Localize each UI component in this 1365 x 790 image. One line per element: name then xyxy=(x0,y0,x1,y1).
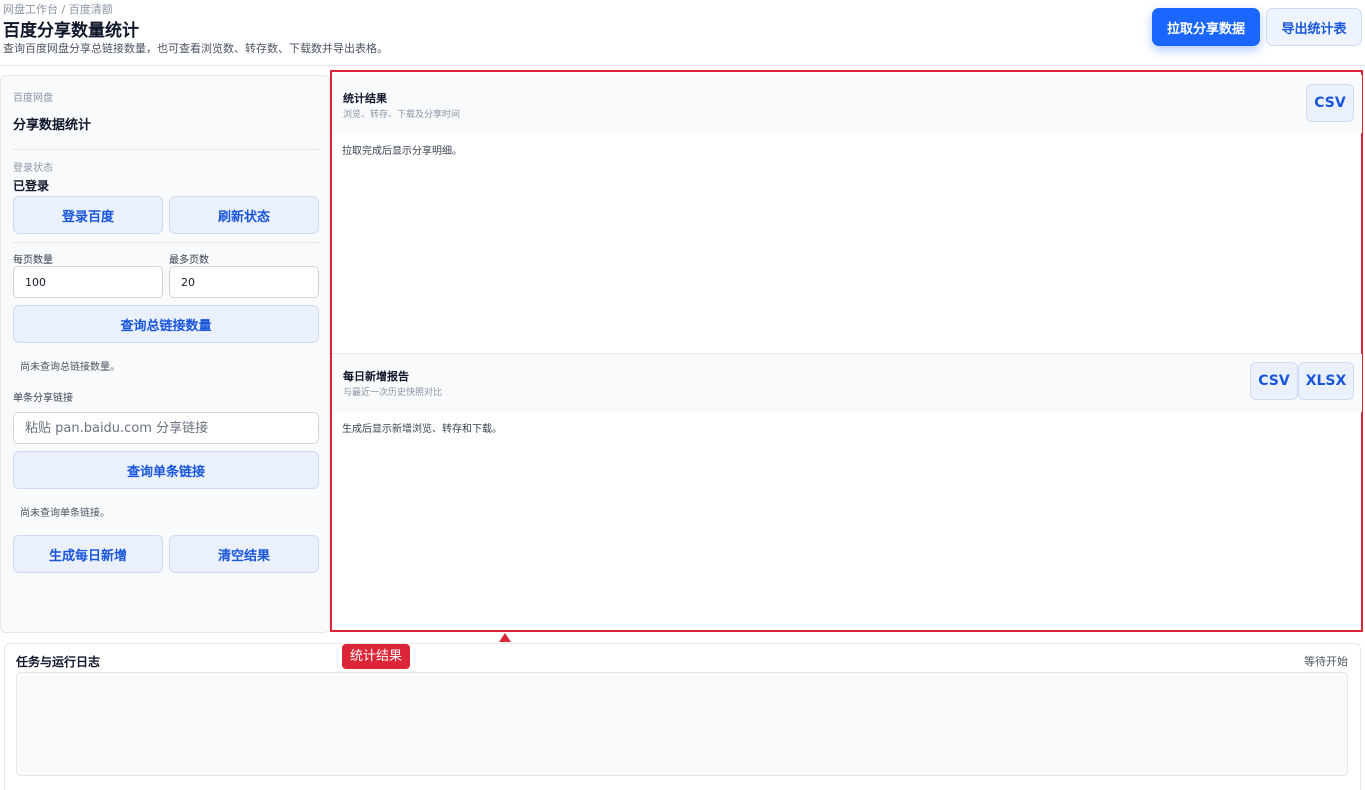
task-log-panel: 任务与运行日志 等待开始 xyxy=(4,643,1361,790)
results-panel: 统计结果 浏览、转存、下载及分享时间 CSV 拉取完成后显示分享明细。 每日新增… xyxy=(330,70,1363,632)
results-subtitle: 浏览、转存、下载及分享时间 xyxy=(343,110,461,120)
breadcrumb: 网盘工作台 / 百度清额 xyxy=(3,3,113,16)
query-single-link-button[interactable]: 查询单条链接 xyxy=(13,451,319,489)
divider xyxy=(13,242,319,243)
refresh-status-button[interactable]: 刷新状态 xyxy=(169,196,319,234)
log-status: 等待开始 xyxy=(1304,655,1348,668)
login-status-value: 已登录 xyxy=(13,179,50,193)
daily-title: 每日新增报告 xyxy=(343,370,409,383)
daily-xlsx-button[interactable]: XLSX xyxy=(1298,362,1354,400)
share-link-input[interactable] xyxy=(13,412,319,444)
results-csv-button[interactable]: CSV xyxy=(1306,84,1354,122)
total-links-note: 尚未查询总链接数量。 xyxy=(20,362,120,373)
page-title: 百度分享数量统计 xyxy=(3,21,139,41)
page-header: 网盘工作台 / 百度清额 百度分享数量统计 查询百度网盘分享总链接数量，也可查看… xyxy=(0,0,1365,66)
login-status-label: 登录状态 xyxy=(13,163,53,174)
max-pages-label: 最多页数 xyxy=(169,255,209,266)
max-pages-input[interactable] xyxy=(169,266,319,298)
results-empty-text: 拉取完成后显示分享明细。 xyxy=(342,146,462,157)
log-title: 任务与运行日志 xyxy=(16,655,101,669)
query-total-links-button[interactable]: 查询总链接数量 xyxy=(13,305,319,343)
page-size-input[interactable] xyxy=(13,266,163,298)
page-size-label: 每页数量 xyxy=(13,255,53,266)
generate-daily-button[interactable]: 生成每日新增 xyxy=(13,535,163,573)
daily-empty-text: 生成后显示新增浏览、转存和下载。 xyxy=(342,424,502,435)
highlight-tag: 统计结果 xyxy=(342,644,411,669)
single-link-note: 尚未查询单条链接。 xyxy=(20,508,110,519)
clear-results-button[interactable]: 清空结果 xyxy=(169,535,319,573)
sidebar-title: 分享数据统计 xyxy=(13,118,92,133)
marker-arrow-icon xyxy=(499,633,511,642)
sidebar: 百度网盘 分享数据统计 登录状态 已登录 登录百度 刷新状态 每页数量 最多页数… xyxy=(0,75,330,633)
single-link-label: 单条分享链接 xyxy=(13,393,73,404)
divider xyxy=(13,149,319,150)
daily-subtitle: 与最近一次历史快照对比 xyxy=(343,388,443,398)
results-title: 统计结果 xyxy=(343,92,387,105)
export-stats-button[interactable]: 导出统计表 xyxy=(1266,8,1362,46)
log-output[interactable] xyxy=(16,672,1348,776)
login-baidu-button[interactable]: 登录百度 xyxy=(13,196,163,234)
sidebar-section-label: 百度网盘 xyxy=(13,93,53,104)
results-section-header: 统计结果 浏览、转存、下载及分享时间 CSV xyxy=(333,75,1362,133)
fetch-share-data-button[interactable]: 拉取分享数据 xyxy=(1152,8,1260,46)
daily-section-header: 每日新增报告 与最近一次历史快照对比 CSV XLSX xyxy=(333,354,1362,412)
daily-csv-button[interactable]: CSV xyxy=(1250,362,1298,400)
page-subtitle: 查询百度网盘分享总链接数量，也可查看浏览数、转存数、下载数并导出表格。 xyxy=(3,42,388,55)
